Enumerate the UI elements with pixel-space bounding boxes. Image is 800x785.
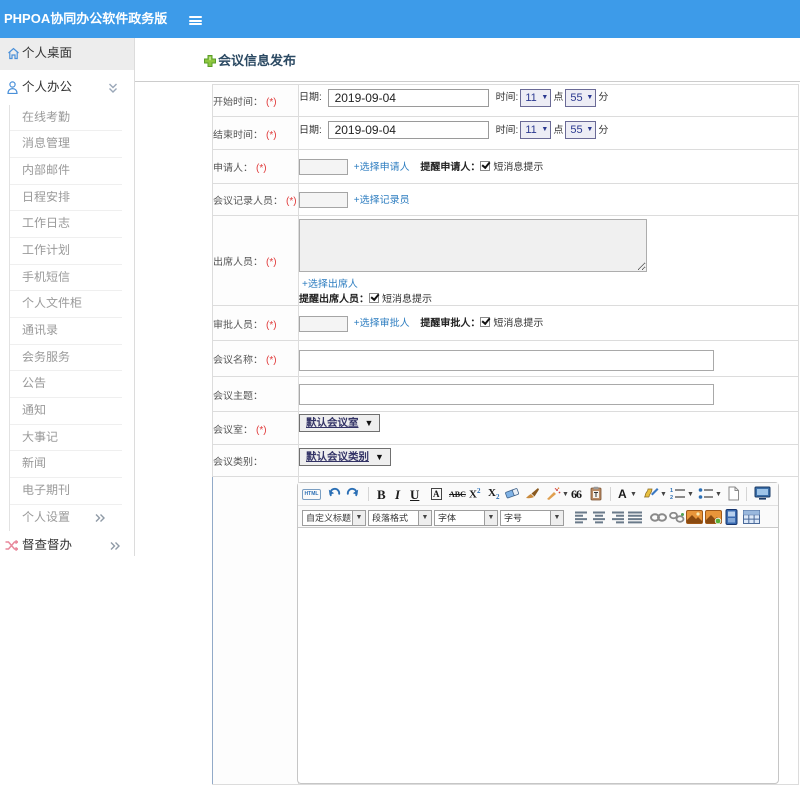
svg-text:2: 2 (670, 495, 673, 500)
svg-text:1: 1 (670, 488, 673, 494)
